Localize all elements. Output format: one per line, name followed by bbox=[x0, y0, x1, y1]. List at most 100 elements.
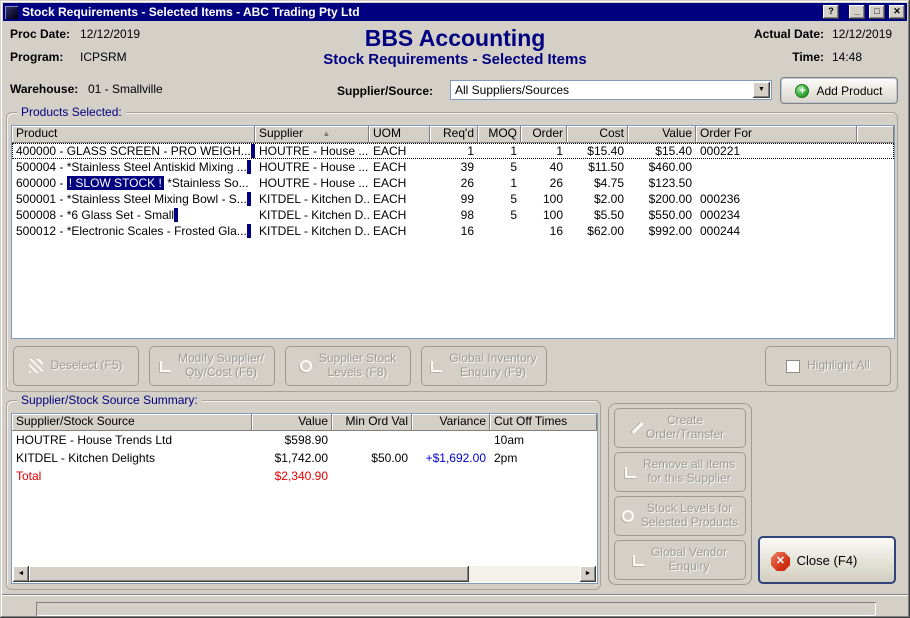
col-order[interactable]: Order bbox=[521, 126, 567, 143]
cell-order: 40 bbox=[521, 159, 567, 175]
product-highlight bbox=[247, 224, 251, 238]
scrollbar-track[interactable] bbox=[469, 566, 580, 582]
cell-value: $200.00 bbox=[628, 191, 696, 207]
table-row[interactable]: 500012 - *Electronic Scales - Frosted Gl… bbox=[12, 223, 894, 239]
table-row[interactable]: 500004 - *Stainless Steel Antiskid Mixin… bbox=[12, 159, 894, 175]
supplier-source-label: Supplier/Source: bbox=[337, 84, 433, 98]
supplier-source-combobox[interactable]: All Suppliers/Sources ▼ bbox=[450, 80, 772, 100]
summary-row[interactable]: HOUTRE - House Trends Ltd $598.90 10am bbox=[12, 431, 597, 449]
proc-date-line: Proc Date: 12/12/2019 bbox=[10, 27, 140, 41]
col-product[interactable]: Product bbox=[12, 126, 255, 143]
chevron-down-icon[interactable]: ▼ bbox=[753, 82, 770, 98]
cell-order-for: 000221 bbox=[696, 143, 857, 159]
close-button-label: Close (F4) bbox=[797, 553, 858, 568]
global-inventory-enquiry-icon bbox=[431, 361, 442, 372]
stock-levels-selected-label: Stock Levels for Selected Products bbox=[641, 502, 738, 530]
summary-table: Supplier/Stock Source Value Min Ord Val … bbox=[11, 413, 598, 584]
col-order-for[interactable]: Order For bbox=[696, 126, 857, 143]
warehouse-label: Warehouse: bbox=[10, 82, 88, 96]
col-value[interactable]: Value bbox=[628, 126, 696, 143]
table-row[interactable]: 600000 - ! SLOW STOCK ! *Stainless So...… bbox=[12, 175, 894, 191]
supplier-stock-levels-button[interactable]: Supplier Stock Levels (F8) bbox=[285, 346, 411, 386]
time-label: Time: bbox=[792, 50, 824, 64]
create-order-transfer-button[interactable]: Create Order/Transfer bbox=[614, 408, 746, 448]
cell-uom: EACH bbox=[369, 223, 430, 239]
highlight-all-button[interactable]: Highlight All bbox=[765, 346, 891, 386]
col-sum-value[interactable]: Value bbox=[252, 414, 332, 431]
cell-cost: $62.00 bbox=[567, 223, 628, 239]
deselect-icon bbox=[29, 359, 43, 373]
sort-asc-icon: ▲ bbox=[322, 129, 330, 138]
cell-order-for: 000236 bbox=[696, 191, 857, 207]
table-row[interactable]: 500001 - *Stainless Steel Mixing Bowl - … bbox=[12, 191, 894, 207]
summary-row[interactable]: KITDEL - Kitchen Delights $1,742.00 $50.… bbox=[12, 449, 597, 467]
cell-order: 1 bbox=[521, 143, 567, 159]
close-button[interactable]: ✕ Close (F4) bbox=[758, 536, 896, 584]
cell-supplier: HOUTRE - House ... bbox=[255, 175, 369, 191]
add-product-button[interactable]: + Add Product bbox=[780, 77, 898, 104]
actual-date-line: Actual Date: 12/12/2019 bbox=[754, 27, 898, 41]
title-bar: Stock Requirements - Selected Items - AB… bbox=[3, 3, 907, 21]
create-order-transfer-label: Create Order/Transfer bbox=[646, 414, 724, 442]
col-supplier[interactable]: Supplier ▲ bbox=[255, 126, 369, 143]
stock-levels-selected-icon bbox=[622, 510, 634, 522]
maximize-button[interactable]: □ bbox=[869, 5, 885, 19]
status-bar-field bbox=[36, 602, 876, 616]
supplier-stock-levels-label: Supplier Stock Levels (F8) bbox=[319, 352, 396, 380]
summary-table-header: Supplier/Stock Source Value Min Ord Val … bbox=[12, 414, 597, 431]
remove-all-items-icon bbox=[625, 467, 636, 478]
minimize-button[interactable]: _ bbox=[849, 5, 865, 19]
table-row[interactable]: 500008 - *6 Glass Set - Small KITDEL - K… bbox=[12, 207, 894, 223]
supplier-source-value: All Suppliers/Sources bbox=[451, 83, 753, 97]
supplier-stock-levels-icon bbox=[300, 360, 312, 372]
cell-supplier: HOUTRE - House ... bbox=[255, 159, 369, 175]
cell-moq: 5 bbox=[478, 207, 521, 223]
col-min-ord[interactable]: Min Ord Val bbox=[332, 414, 412, 431]
cell-moq: 1 bbox=[478, 175, 521, 191]
remove-all-items-button[interactable]: Remove all items for this Supplier bbox=[614, 452, 746, 492]
cell-product: 400000 - GLASS SCREEN - PRO WEIGH... bbox=[12, 143, 255, 159]
stock-levels-selected-button[interactable]: Stock Levels for Selected Products bbox=[614, 496, 746, 536]
table-row[interactable]: 400000 - GLASS SCREEN - PRO WEIGH... HOU… bbox=[12, 143, 894, 159]
modify-supplier-button[interactable]: Modify Supplier/ Qty/Cost (F6) bbox=[149, 346, 275, 386]
help-button[interactable]: ? bbox=[823, 5, 839, 19]
actual-date-label: Actual Date: bbox=[754, 27, 824, 41]
scroll-left-icon[interactable]: ◄ bbox=[13, 566, 29, 582]
cell-order-for: 000234 bbox=[696, 207, 857, 223]
col-source[interactable]: Supplier/Stock Source bbox=[12, 414, 252, 431]
modify-supplier-icon bbox=[160, 361, 171, 372]
col-cutoff[interactable]: Cut Off Times bbox=[490, 414, 597, 431]
cell-variance: +$1,692.00 bbox=[412, 449, 490, 467]
cell-spacer bbox=[857, 175, 894, 191]
col-reqd[interactable]: Req'd bbox=[430, 126, 478, 143]
cell-spacer bbox=[857, 191, 894, 207]
col-cost[interactable]: Cost bbox=[567, 126, 628, 143]
product-highlight bbox=[174, 208, 178, 222]
col-moq[interactable]: MOQ bbox=[478, 126, 521, 143]
summary-horizontal-scrollbar: ◄ ► bbox=[13, 566, 596, 582]
product-text: *Stainless So... bbox=[164, 176, 249, 190]
cell-product: 600000 - ! SLOW STOCK ! *Stainless So... bbox=[12, 175, 255, 191]
col-uom[interactable]: UOM bbox=[369, 126, 430, 143]
cell-supplier: KITDEL - Kitchen D... bbox=[255, 223, 369, 239]
product-highlight: ! SLOW STOCK ! bbox=[67, 176, 164, 190]
close-window-button[interactable]: ✕ bbox=[889, 5, 905, 19]
cell-value: $15.40 bbox=[628, 143, 696, 159]
global-vendor-enquiry-button[interactable]: Global Vendor Enquiry bbox=[614, 540, 746, 580]
scrollbar-thumb[interactable] bbox=[29, 566, 469, 582]
cell-variance bbox=[412, 467, 490, 485]
col-variance[interactable]: Variance bbox=[412, 414, 490, 431]
cell-uom: EACH bbox=[369, 207, 430, 223]
product-text: 500004 - *Stainless Steel Antiskid Mixin… bbox=[16, 160, 247, 174]
cell-moq: 1 bbox=[478, 143, 521, 159]
scroll-right-icon[interactable]: ► bbox=[580, 566, 596, 582]
remove-all-items-label: Remove all items for this Supplier bbox=[643, 458, 735, 486]
deselect-button[interactable]: Deselect (F5) bbox=[13, 346, 139, 386]
proc-date-value: 12/12/2019 bbox=[80, 27, 140, 41]
products-table: Product Supplier ▲ UOM Req'd MOQ Order C… bbox=[11, 125, 895, 339]
modify-supplier-label: Modify Supplier/ Qty/Cost (F6) bbox=[178, 352, 264, 380]
global-inventory-enquiry-button[interactable]: Global Inventory Enquiry (F9) bbox=[421, 346, 547, 386]
product-text: 500012 - *Electronic Scales - Frosted Gl… bbox=[16, 224, 247, 238]
cell-cost: $5.50 bbox=[567, 207, 628, 223]
cell-cost: $4.75 bbox=[567, 175, 628, 191]
